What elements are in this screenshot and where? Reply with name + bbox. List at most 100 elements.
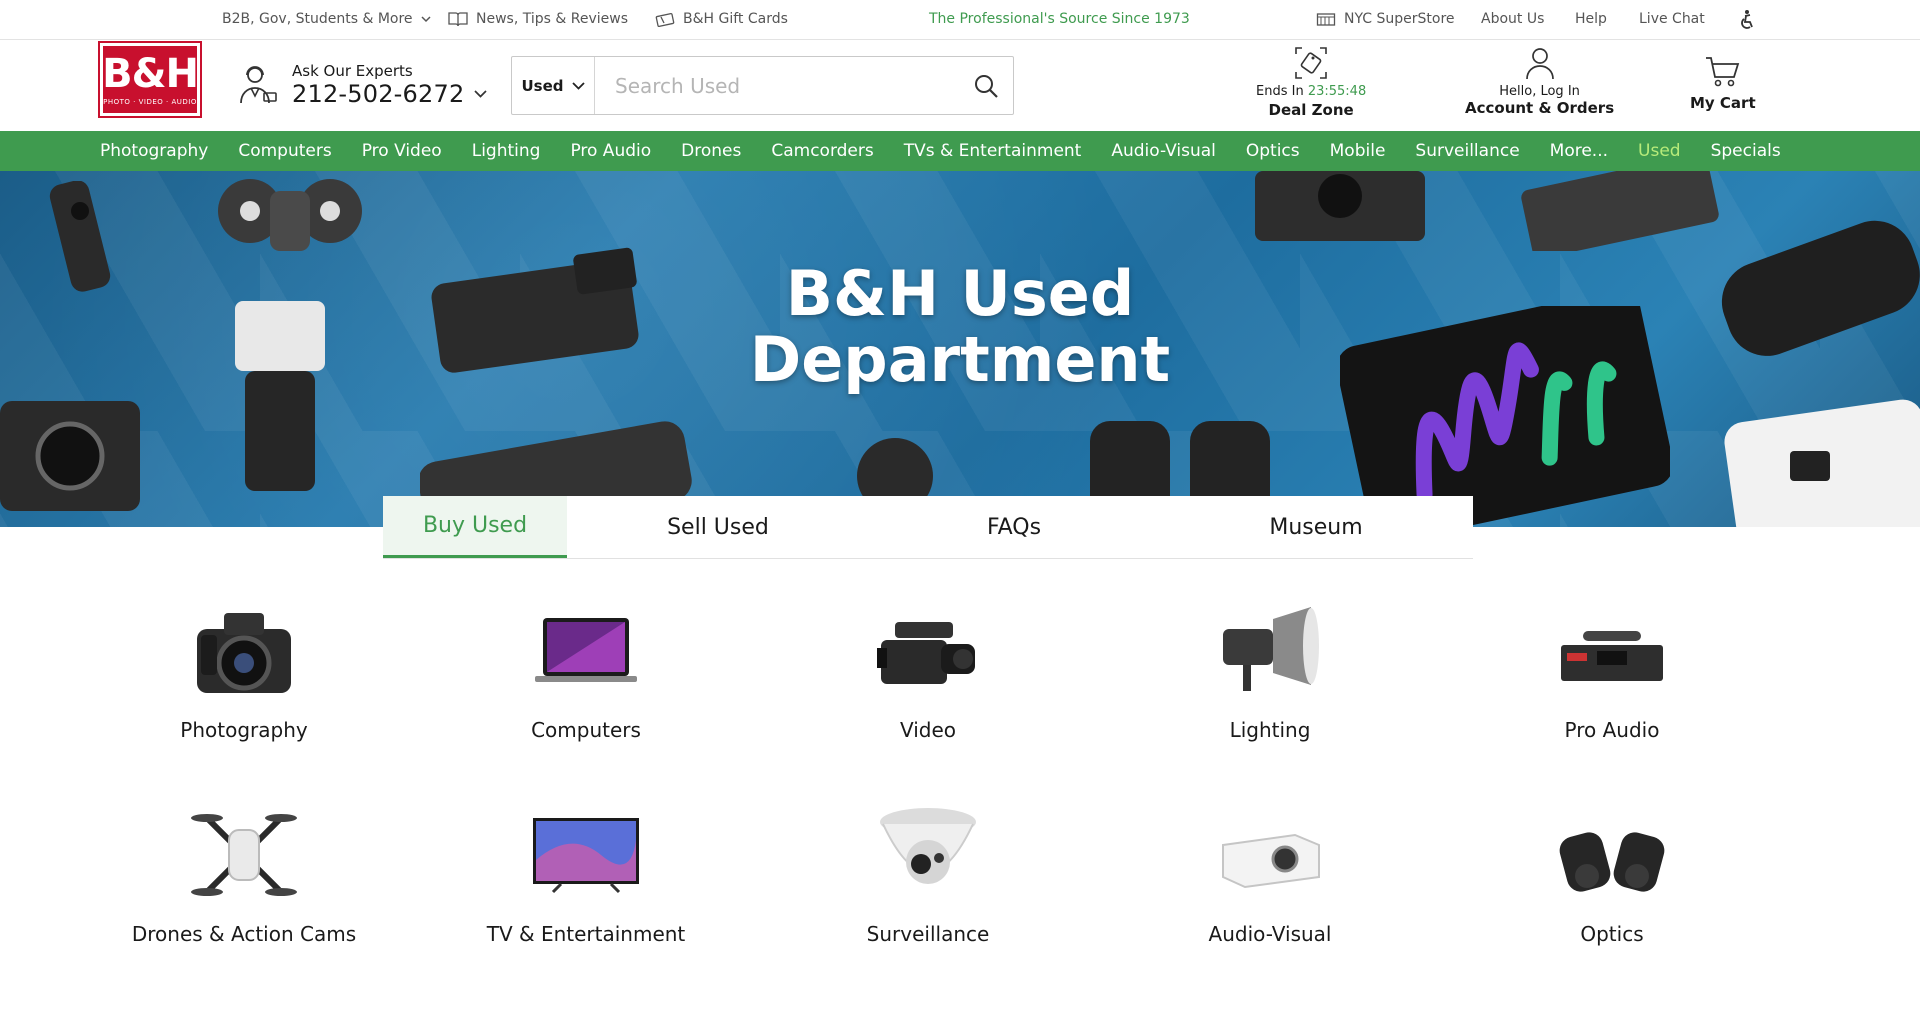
nav-item-mobile[interactable]: Mobile	[1330, 141, 1386, 161]
b2b-menu[interactable]: B2B, Gov, Students & More	[222, 11, 431, 27]
laptop-icon	[521, 596, 651, 706]
category-label: Pro Audio	[1564, 718, 1660, 742]
category-surveillance[interactable]: Surveillance	[778, 800, 1078, 946]
tab-buy-used[interactable]: Buy Used	[383, 496, 567, 558]
hero-title-line2: Department	[749, 323, 1171, 396]
nav-item-surveillance[interactable]: Surveillance	[1415, 141, 1519, 161]
deal-zone[interactable]: Ends In 23:55:48 Deal Zone	[1256, 46, 1366, 119]
nav-item-tvs[interactable]: TVs & Entertainment	[904, 141, 1082, 161]
tab-faqs[interactable]: FAQs	[869, 496, 1159, 558]
nav-item-drones[interactable]: Drones	[681, 141, 741, 161]
tab-sell-used[interactable]: Sell Used	[567, 496, 869, 558]
category-label: Video	[899, 718, 957, 742]
nav-item-pro-video[interactable]: Pro Video	[362, 141, 442, 161]
deal-ends-label: Ends In	[1256, 84, 1304, 99]
hero-title: B&H Used Department	[0, 261, 1920, 393]
search-input[interactable]	[595, 57, 959, 114]
category-audio-visual[interactable]: Audio-Visual	[1120, 800, 1420, 946]
account-menu[interactable]: Hello, Log In Account & Orders	[1465, 46, 1614, 117]
bh-logo[interactable]: B&H PHOTO · VIDEO · AUDIO	[98, 41, 202, 118]
b2b-label: B2B, Gov, Students & More	[222, 11, 413, 27]
nav-item-used[interactable]: Used	[1638, 141, 1681, 161]
search-button[interactable]	[959, 57, 1013, 114]
experts-phone: 212-502-6272	[292, 80, 488, 108]
news-link[interactable]: News, Tips & Reviews	[448, 11, 628, 27]
phone-number: 212-502-6272	[292, 80, 465, 108]
cart-label: My Cart	[1690, 94, 1756, 112]
nav-list: Photography Computers Pro Video Lighting…	[100, 131, 1781, 171]
category-label: Photography	[180, 718, 308, 742]
gift-cards-label: B&H Gift Cards	[683, 11, 788, 27]
category-lighting[interactable]: Lighting	[1120, 596, 1420, 742]
gift-cards-link[interactable]: B&H Gift Cards	[655, 11, 788, 27]
polaroid-image	[1521, 171, 1719, 251]
deal-tag-icon	[1295, 47, 1327, 79]
category-label: Surveillance	[866, 922, 990, 946]
nav-item-audio-visual[interactable]: Audio-Visual	[1111, 141, 1216, 161]
site-header: B&H PHOTO · VIDEO · AUDIO Ask Our Expert…	[0, 40, 1920, 131]
search-icon	[975, 74, 998, 98]
nav-item-lighting[interactable]: Lighting	[472, 141, 541, 161]
category-drones[interactable]: Drones & Action Cams	[94, 800, 394, 946]
binoculars-icon	[1547, 800, 1677, 910]
projector-image	[1724, 399, 1920, 527]
category-photography[interactable]: Photography	[94, 596, 394, 742]
tab-museum[interactable]: Museum	[1159, 496, 1473, 558]
category-video[interactable]: Video	[778, 596, 1078, 742]
expert-agent-icon	[240, 66, 277, 104]
utility-bar: B2B, Gov, Students & More News, Tips & R…	[0, 0, 1920, 40]
nav-item-specials[interactable]: Specials	[1711, 141, 1781, 161]
camcorder-icon	[863, 596, 993, 706]
category-label: Lighting	[1229, 718, 1311, 742]
search-scope-label: Used	[521, 76, 564, 95]
category-label: Audio-Visual	[1208, 922, 1332, 946]
category-optics[interactable]: Optics	[1462, 800, 1762, 946]
tv-icon	[521, 800, 651, 910]
about-link[interactable]: About Us	[1481, 11, 1544, 27]
store-icon	[1316, 13, 1336, 26]
projector-icon	[1205, 800, 1335, 910]
search-scope-select[interactable]: Used	[512, 57, 595, 114]
search-bar: Used	[511, 56, 1014, 115]
accessibility-icon	[1741, 10, 1753, 29]
live-chat-link[interactable]: Live Chat	[1639, 11, 1705, 27]
nav-item-computers[interactable]: Computers	[238, 141, 331, 161]
tagline-text: The Professional's Source Since 1973	[929, 11, 1190, 27]
cinema-camera-image	[0, 401, 140, 511]
category-pro-audio[interactable]: Pro Audio	[1462, 596, 1762, 742]
book-icon	[448, 12, 468, 27]
cart-button[interactable]: My Cart	[1690, 56, 1756, 112]
deal-countdown: Ends In 23:55:48	[1256, 84, 1366, 99]
nav-item-pro-audio[interactable]: Pro Audio	[570, 141, 651, 161]
nav-item-optics[interactable]: Optics	[1246, 141, 1300, 161]
category-tv[interactable]: TV & Entertainment	[436, 800, 736, 946]
about-label: About Us	[1481, 11, 1545, 27]
cart-icon	[1705, 57, 1740, 87]
accessibility-button[interactable]	[1736, 9, 1756, 31]
category-label: Optics	[1580, 922, 1644, 946]
logo-mark: B&H	[102, 50, 199, 97]
news-label: News, Tips & Reviews	[476, 11, 628, 27]
deal-timer: 23:55:48	[1307, 84, 1367, 99]
instant-camera-image	[1255, 171, 1425, 241]
gift-card-icon	[655, 12, 675, 27]
camera-icon	[179, 596, 309, 706]
category-computers[interactable]: Computers	[436, 596, 736, 742]
superstore-link[interactable]: NYC SuperStore	[1316, 11, 1455, 27]
user-icon	[1525, 48, 1554, 80]
wireless-receiver-icon	[1547, 596, 1677, 706]
nav-item-camcorders[interactable]: Camcorders	[771, 141, 873, 161]
account-greeting: Hello, Log In	[1499, 84, 1580, 99]
nav-item-photography[interactable]: Photography	[100, 141, 208, 161]
chevron-down-icon	[571, 81, 585, 90]
category-label: Drones & Action Cams	[131, 922, 357, 946]
superstore-label: NYC SuperStore	[1344, 11, 1455, 27]
help-label: Help	[1575, 11, 1607, 27]
category-label: TV & Entertainment	[486, 922, 686, 946]
help-link[interactable]: Help	[1575, 11, 1607, 27]
nav-item-more[interactable]: More...	[1550, 141, 1608, 161]
ask-experts[interactable]: Ask Our Experts 212-502-6272	[236, 62, 488, 108]
logo-inner: B&H PHOTO · VIDEO · AUDIO	[102, 46, 199, 113]
security-camera-icon	[863, 800, 993, 910]
tagline: The Professional's Source Since 1973	[929, 11, 1190, 27]
